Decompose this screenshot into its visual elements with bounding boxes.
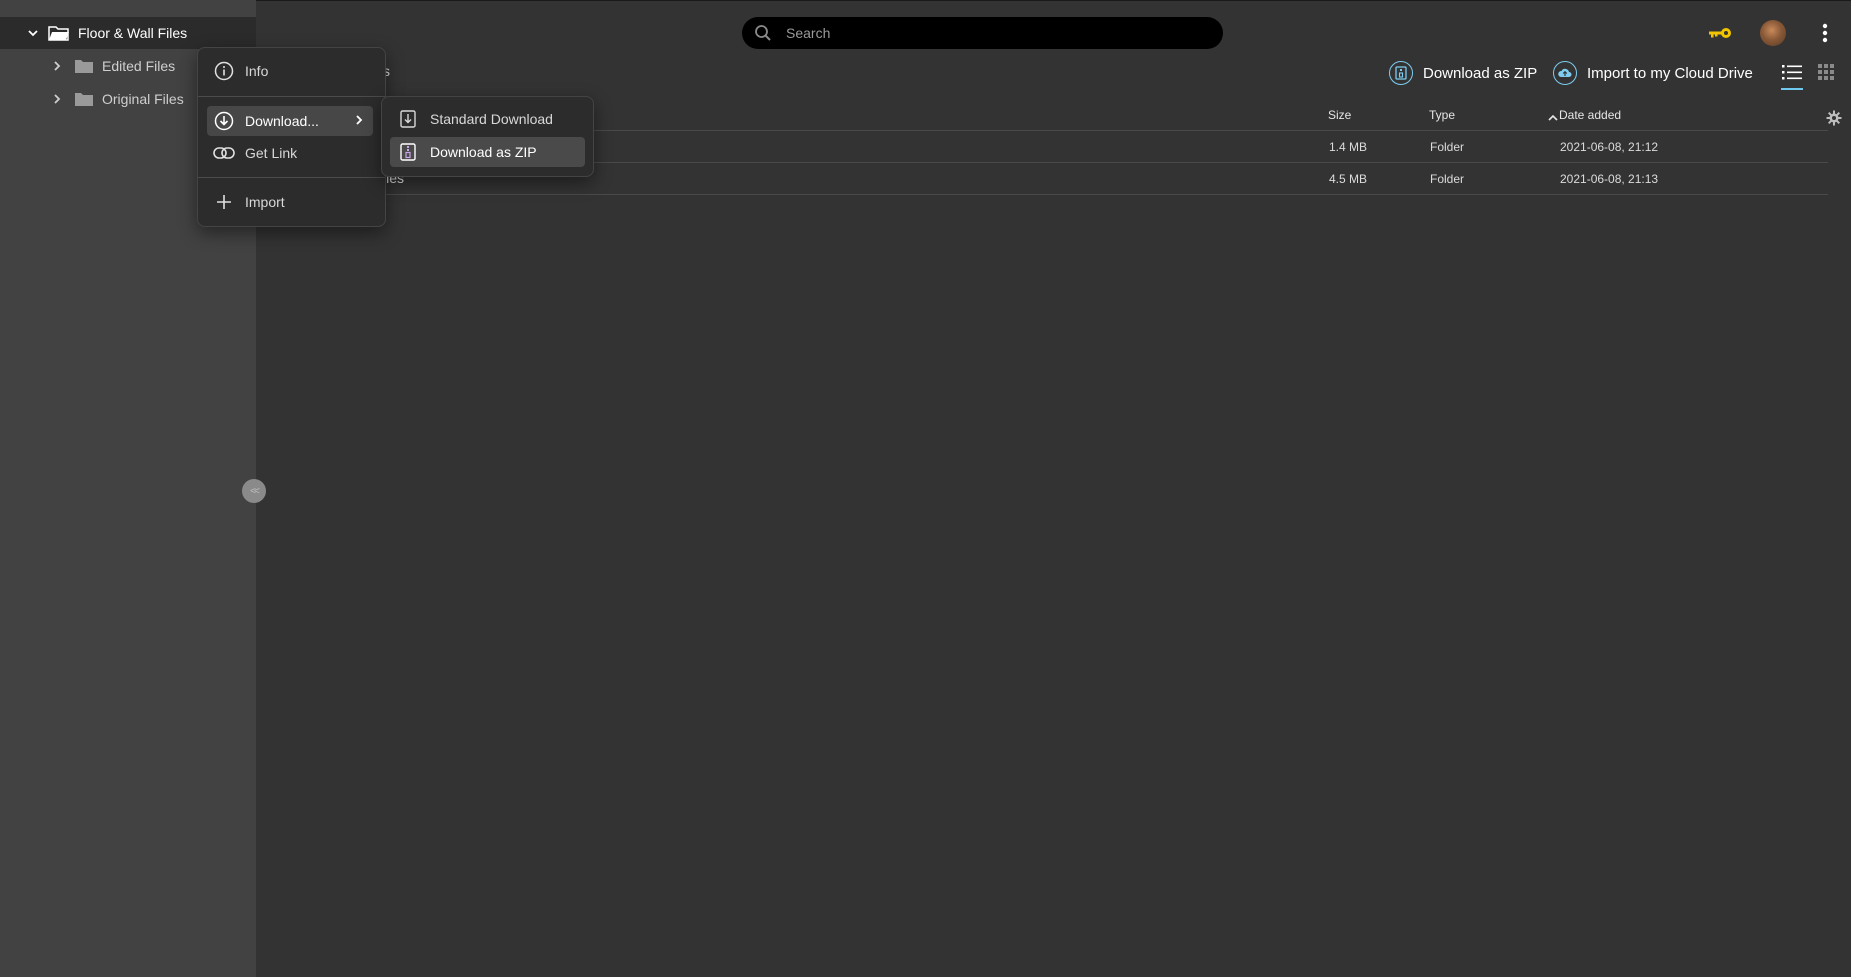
chevron-right-icon[interactable]: [50, 59, 64, 73]
row-type: Folder: [1430, 140, 1465, 154]
column-header-type[interactable]: Type: [1429, 108, 1455, 122]
menu-divider: [198, 96, 385, 97]
grid-view-button[interactable]: [1818, 64, 1834, 80]
search-input[interactable]: [784, 24, 1188, 42]
collapse-sidebar-button[interactable]: <<: [242, 479, 266, 503]
list-view-button[interactable]: [1781, 63, 1803, 90]
chevron-right-icon: [355, 114, 363, 129]
row-size: 4.5 MB: [1329, 172, 1368, 186]
menu-item-label: Download as ZIP: [430, 144, 537, 160]
row-type: Folder: [1430, 172, 1465, 186]
import-cloud-label: Import to my Cloud Drive: [1587, 64, 1753, 82]
avatar[interactable]: [1760, 20, 1786, 46]
folder-icon: [74, 58, 94, 74]
download-circle-icon: [213, 110, 235, 132]
key-icon[interactable]: [1707, 22, 1733, 44]
download-zip-label: Download as ZIP: [1423, 64, 1538, 82]
chevron-down-icon[interactable]: [26, 26, 40, 40]
menu-item-download-zip[interactable]: Download as ZIP: [390, 137, 585, 167]
tree-item-original-files[interactable]: Original Files: [0, 83, 184, 115]
menu-item-info[interactable]: Info: [207, 56, 373, 86]
zip-file-icon: [398, 142, 418, 162]
double-chevron-left-icon: <<: [250, 485, 260, 497]
menu-item-import[interactable]: Import: [207, 187, 373, 217]
import-cloud-button[interactable]: Import to my Cloud Drive: [1553, 60, 1753, 86]
search-icon: [754, 24, 772, 42]
menu-item-label: Standard Download: [430, 111, 553, 127]
download-submenu: Standard Download Download as ZIP: [381, 96, 594, 177]
menu-item-download[interactable]: Download...: [207, 106, 373, 136]
tree-item-edited-files[interactable]: Edited Files: [0, 50, 175, 82]
zip-file-icon: [1389, 61, 1413, 85]
sort-ascending-icon[interactable]: [1548, 110, 1558, 125]
search-bar[interactable]: [742, 17, 1223, 49]
more-vertical-icon[interactable]: [1818, 20, 1832, 46]
tree-item-label: Original Files: [102, 91, 184, 107]
top-border: [0, 0, 1851, 1]
row-date: 2021-06-08, 21:13: [1560, 172, 1659, 186]
menu-item-label: Info: [245, 63, 269, 79]
menu-item-get-link[interactable]: Get Link: [207, 138, 373, 168]
menu-item-label: Get Link: [245, 145, 298, 161]
cloud-upload-icon: [1553, 61, 1577, 85]
grid-view-icon: [1818, 64, 1834, 80]
chevron-right-icon[interactable]: [50, 92, 64, 106]
folder-open-icon: [48, 24, 70, 42]
plus-icon: [213, 191, 235, 213]
row-date: 2021-06-08, 21:12: [1560, 140, 1659, 154]
active-view-indicator: [1781, 88, 1803, 90]
menu-item-standard-download[interactable]: Standard Download: [390, 104, 585, 134]
menu-divider: [198, 177, 385, 178]
info-icon: [213, 60, 235, 82]
download-file-icon: [398, 109, 418, 129]
column-header-date[interactable]: Date added: [1559, 108, 1621, 122]
gear-icon[interactable]: [1826, 110, 1842, 129]
tree-item-root[interactable]: Floor & Wall Files: [0, 17, 256, 49]
download-zip-button[interactable]: Download as ZIP: [1389, 60, 1537, 86]
folder-icon: [74, 91, 94, 107]
column-header-size[interactable]: Size: [1328, 108, 1351, 122]
tree-item-label: Floor & Wall Files: [78, 25, 188, 41]
list-view-icon: [1782, 65, 1802, 80]
tree-item-label: Edited Files: [102, 58, 176, 74]
link-icon: [213, 142, 235, 164]
menu-item-label: Download...: [245, 113, 319, 129]
row-size: 1.4 MB: [1329, 140, 1368, 154]
context-menu: Info Download... Get Link Import: [197, 47, 386, 227]
menu-item-label: Import: [245, 194, 285, 210]
